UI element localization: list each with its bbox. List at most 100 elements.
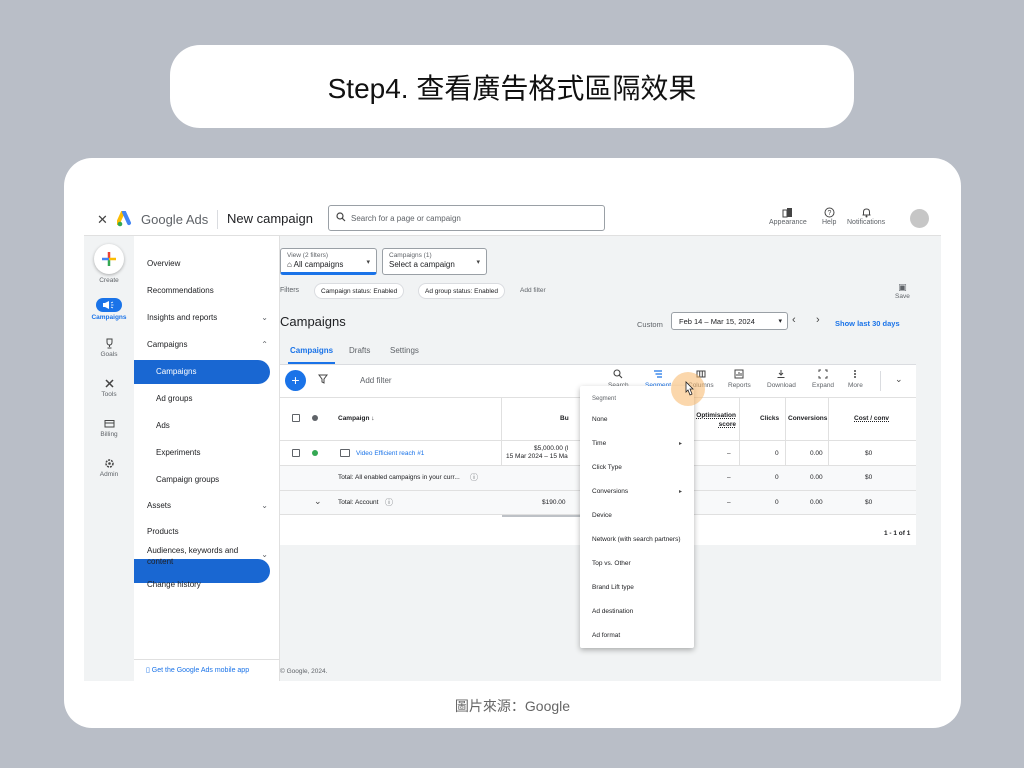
cost-conv-value: $0 xyxy=(865,450,873,457)
add-filter-field[interactable]: Add filter xyxy=(360,376,392,385)
total-account-label: Total: Account xyxy=(338,499,379,506)
header-clicks[interactable]: Clicks xyxy=(760,415,779,422)
chevron-right-icon[interactable]: › xyxy=(816,314,820,326)
nav-overview[interactable]: Overview xyxy=(134,252,280,276)
tool-more[interactable]: More xyxy=(848,369,863,389)
rail-tools[interactable]: Tools xyxy=(84,378,134,398)
header-optimisation-score[interactable]: Optimisation score xyxy=(693,411,736,429)
tool-reports[interactable]: Reports xyxy=(728,369,751,389)
image-caption: 圖片來源：Google xyxy=(454,698,571,714)
segment-time[interactable]: Time ▸ xyxy=(592,440,682,447)
chevron-left-icon[interactable]: ‹ xyxy=(792,314,796,326)
segment-brand-lift-type[interactable]: Brand Lift type xyxy=(592,584,682,591)
chevron-down-icon[interactable]: ⌄ xyxy=(895,374,903,385)
header-cost-per-conv[interactable]: Cost / conv xyxy=(854,415,889,422)
filters-label: Filters xyxy=(280,287,300,294)
tool-download[interactable]: Download xyxy=(767,369,796,389)
appearance-button[interactable]: Appearance xyxy=(769,207,807,226)
google-ads-logo-icon xyxy=(117,211,131,227)
segment-network[interactable]: Network (with search partners) xyxy=(592,536,682,543)
help-icon[interactable]: ⓘ xyxy=(470,472,478,483)
tools-icon xyxy=(104,379,114,388)
help-icon[interactable]: ⓘ xyxy=(385,497,393,508)
svg-text:?: ? xyxy=(827,210,831,217)
copyright: © Google, 2024. xyxy=(280,668,328,675)
segment-menu: Segment None Time ▸ Click Type Conversion… xyxy=(580,386,694,648)
slide-title: Step4. 查看廣告格式區隔效果 xyxy=(170,45,854,128)
segment-ad-format[interactable]: Ad format xyxy=(592,632,682,639)
nav-campaigns-group[interactable]: Campaigns ⌃ xyxy=(134,333,280,357)
create-plus-icon xyxy=(94,244,124,274)
gear-icon xyxy=(104,459,114,468)
video-icon xyxy=(340,449,350,457)
save-button[interactable]: ▣ Save xyxy=(895,282,910,300)
nav-change-history[interactable]: Change history xyxy=(134,573,280,597)
nav-ad-groups[interactable]: Ad groups xyxy=(134,387,280,411)
status-enabled-dot xyxy=(312,450,318,456)
add-button[interactable]: + xyxy=(285,370,306,391)
segment-click-type[interactable]: Click Type xyxy=(592,464,682,471)
header-conversions[interactable]: Conversions xyxy=(788,415,827,422)
segment-ad-destination[interactable]: Ad destination xyxy=(592,608,682,615)
filter-chip-ad-group-status[interactable]: Ad group status: Enabled xyxy=(418,283,505,299)
top-bar: ✕ Google Ads New campaign Search for a p… xyxy=(84,203,941,236)
segment-none[interactable]: None xyxy=(592,416,682,423)
nav-ads[interactable]: Ads xyxy=(134,414,280,438)
filter-chip-campaign-status[interactable]: Campaign status: Enabled xyxy=(314,283,405,299)
toolbar-divider xyxy=(880,371,881,391)
google-ads-screen: ✕ Google Ads New campaign Search for a p… xyxy=(84,203,941,681)
nav-insights[interactable]: Insights and reports ⌄ xyxy=(134,306,280,330)
chevron-down-icon[interactable]: ⌄ xyxy=(314,496,322,507)
nav-campaigns-active[interactable]: Campaigns xyxy=(134,360,270,384)
rail-goals[interactable]: Goals xyxy=(84,338,134,358)
budget-value: $5,000.00 (l xyxy=(534,445,569,452)
rail-campaigns[interactable]: Campaigns xyxy=(84,298,134,321)
segment-conversions[interactable]: Conversions ▸ xyxy=(592,488,682,495)
segment-device[interactable]: Device xyxy=(592,512,682,519)
brand-name: Google Ads xyxy=(141,212,209,227)
segment-top-vs-other[interactable]: Top vs. Other xyxy=(592,560,682,567)
close-icon[interactable]: ✕ xyxy=(97,212,108,228)
tab-campaigns[interactable]: Campaigns xyxy=(290,346,333,355)
tool-expand[interactable]: Expand xyxy=(812,369,834,389)
appearance-icon xyxy=(782,208,793,218)
header-budget[interactable]: Bu xyxy=(560,415,569,422)
rail-create[interactable]: Create xyxy=(84,244,134,284)
help-button[interactable]: ? Help xyxy=(822,207,836,226)
search-placeholder: Search for a page or campaign xyxy=(351,214,461,223)
left-rail: Create Campaigns Goals Tools Billing Adm… xyxy=(84,236,134,681)
select-all-checkbox[interactable] xyxy=(292,414,300,422)
filter-icon[interactable] xyxy=(318,374,328,384)
show-last-30-days-link[interactable]: Show last 30 days xyxy=(835,319,900,328)
segment-menu-title: Segment xyxy=(592,396,617,402)
nav-campaign-groups[interactable]: Campaign groups xyxy=(134,468,280,492)
avatar[interactable] xyxy=(910,209,929,228)
mobile-app-link[interactable]: ▯ Get the Google Ads mobile app xyxy=(134,659,280,681)
nav-experiments[interactable]: Experiments xyxy=(134,441,280,465)
chevron-right-icon: ▸ xyxy=(678,441,682,447)
opt-score-value: – xyxy=(727,450,731,457)
row-checkbox[interactable] xyxy=(292,449,300,457)
tab-drafts[interactable]: Drafts xyxy=(349,346,370,355)
date-range-dropdown[interactable]: Feb 14 – Mar 15, 2024 ▾ xyxy=(671,312,788,330)
nav-recommendations[interactable]: Recommendations xyxy=(134,279,280,303)
header-campaign[interactable]: Campaign ↓ xyxy=(338,415,374,422)
campaigns-dropdown[interactable]: Campaigns (1) Select a campaign ▾ xyxy=(382,248,487,275)
rail-admin[interactable]: Admin xyxy=(84,458,134,478)
nav-assets[interactable]: Assets ⌄ xyxy=(134,494,280,518)
notifications-button[interactable]: Notifications xyxy=(847,207,885,226)
help-icon: ? xyxy=(824,207,835,218)
megaphone-icon xyxy=(96,298,122,312)
add-filter-link[interactable]: Add filter xyxy=(520,287,546,294)
nav-products[interactable]: Products xyxy=(134,520,280,544)
budget-dates: 15 Mar 2024 – 15 Ma xyxy=(506,453,568,460)
tab-settings[interactable]: Settings xyxy=(390,346,419,355)
rail-billing[interactable]: Billing xyxy=(84,418,134,438)
chevron-up-icon: ⌃ xyxy=(261,340,268,349)
clicks-value: 0 xyxy=(775,450,779,457)
save-icon: ▣ xyxy=(898,282,907,292)
search-input[interactable]: Search for a page or campaign xyxy=(328,205,605,231)
view-dropdown[interactable]: View (2 filters) ⌂ All campaigns ▾ xyxy=(280,248,377,275)
campaign-name-link[interactable]: Video Efficient reach #1 xyxy=(356,450,424,457)
nav-audiences[interactable]: Audiences, keywords and content ⌄ xyxy=(134,542,280,570)
